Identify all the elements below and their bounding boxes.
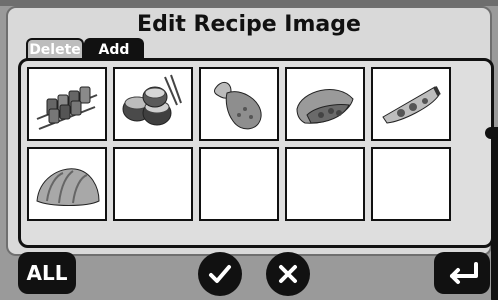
flatbread-wrap-icon xyxy=(296,89,354,124)
grid-empty-slot[interactable] xyxy=(285,147,365,221)
grid-item-4[interactable] xyxy=(285,67,365,141)
close-icon xyxy=(279,265,297,283)
grid-item-5[interactable] xyxy=(371,67,451,141)
page-title: Edit Recipe Image xyxy=(137,12,361,37)
confirm-button[interactable] xyxy=(198,252,242,296)
chicken-leg-icon xyxy=(214,82,262,130)
grid-item-1[interactable] xyxy=(27,67,107,141)
grid-empty-slot[interactable] xyxy=(371,147,451,221)
grid-empty-slot[interactable] xyxy=(199,147,279,221)
pizza-slice-icon xyxy=(382,86,441,124)
cancel-button[interactable] xyxy=(266,252,310,296)
grid-empty-slot[interactable] xyxy=(113,147,193,221)
grid-item-3[interactable] xyxy=(199,67,279,141)
return-arrow-icon xyxy=(450,262,478,284)
croissant-icon xyxy=(36,168,100,206)
check-icon xyxy=(209,265,231,283)
takoyaki-icon xyxy=(122,74,182,126)
back-button[interactable] xyxy=(434,252,490,294)
grid-item-6[interactable] xyxy=(27,147,107,221)
scroll-track[interactable] xyxy=(491,137,498,300)
all-button[interactable]: ALL xyxy=(18,252,76,294)
tab-add[interactable]: Add xyxy=(84,38,144,60)
grid-item-2[interactable] xyxy=(113,67,193,141)
kebab-icon xyxy=(36,86,98,130)
tab-delete[interactable]: Delete xyxy=(26,38,84,60)
image-grid xyxy=(18,58,498,300)
